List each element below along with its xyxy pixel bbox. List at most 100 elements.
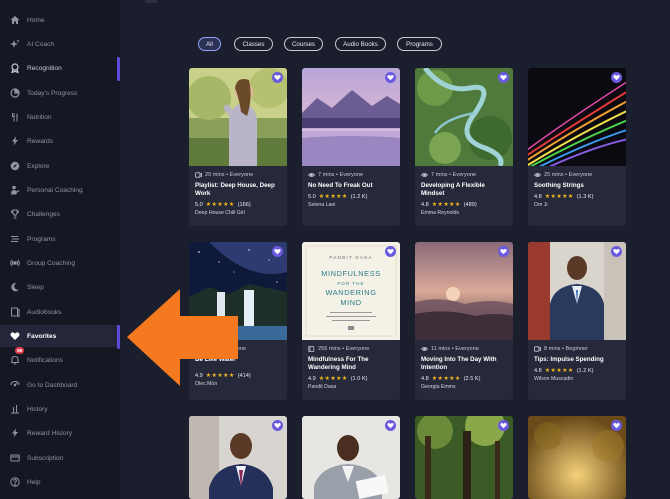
sidebar-item-label: Reward History	[27, 429, 73, 437]
sidebar-item-label: Challenges	[27, 210, 60, 218]
sidebar-item-label: Sleep	[27, 283, 44, 291]
sidebar-item-recognition[interactable]: Recognition	[0, 57, 120, 79]
annotation-arrow-icon	[127, 289, 238, 386]
sidebar-item-label: Explore	[27, 162, 50, 170]
star-rating-icon: ★★★★★	[544, 368, 574, 374]
content-card[interactable]: 8 mins • Beginner Tips: Impulse Spending…	[528, 242, 626, 400]
card-thumbnail	[528, 416, 626, 499]
sidebar-item-subscription[interactable]: Subscription	[0, 447, 120, 469]
sidebar-item-label: Favorites	[27, 332, 57, 340]
star-rating-icon: ★★★★★	[318, 194, 348, 200]
book-cover-title-line4: MIND	[340, 298, 361, 307]
content-card[interactable]: PANDIT DASA MINDFULNESS FOR THE WANDERIN…	[302, 242, 400, 400]
sparkle-icon	[9, 39, 20, 50]
book-cover-title-line2: FOR THE	[337, 281, 364, 286]
content-card[interactable]	[302, 416, 400, 499]
card-rating: 4.9 ★★★★★ (1.0 K)	[308, 375, 368, 383]
content-card[interactable]	[528, 416, 626, 499]
content-card[interactable]: 7 mins • Everyone No Need To Freak Out 5…	[302, 68, 400, 226]
card-author: Pandit Dasa	[308, 384, 337, 390]
card-rating: 5.0 ★★★★★ (1.2 K)	[308, 193, 368, 201]
filter-courses[interactable]: Courses	[284, 37, 323, 51]
heart-icon	[9, 331, 20, 342]
home-icon	[9, 15, 20, 26]
star-rating-icon: ★★★★★	[431, 376, 461, 382]
card-thumbnail	[302, 416, 400, 499]
favorite-heart-icon[interactable]	[611, 420, 622, 431]
sidebar-item-label: Personal Coaching	[27, 186, 83, 194]
sidebar-item-go-to-dashboard[interactable]: Go to Dashboard	[0, 374, 120, 396]
card-rating: 4.8 ★★★★★ (2.5 K)	[421, 375, 481, 383]
content-card[interactable]	[189, 416, 287, 499]
card-icon	[9, 453, 20, 464]
card-meta: 7 mins • Everyone	[421, 172, 476, 178]
favorite-heart-icon[interactable]	[385, 246, 396, 257]
content-card[interactable]: 20 mins • Everyone Playlist: Deep House,…	[189, 68, 287, 226]
dashboard-icon	[9, 380, 20, 391]
card-title: No Need To Freak Out	[308, 182, 373, 189]
sidebar-item-explore[interactable]: Explore	[0, 155, 120, 177]
sidebar-item-home[interactable]: Home	[0, 9, 120, 31]
favorite-heart-icon[interactable]	[611, 246, 622, 257]
sidebar-item-label: Recognition	[27, 64, 62, 72]
card-thumbnail	[415, 242, 513, 340]
card-author: Wilson Muscadin	[534, 376, 574, 382]
eye-icon	[534, 172, 541, 178]
card-author: Georgia Emms	[421, 384, 456, 390]
favorite-heart-icon[interactable]	[385, 72, 396, 83]
sidebar-item-label: AI Coach	[27, 40, 55, 48]
sidebar-item-notifications[interactable]: 98 Notifications	[0, 347, 120, 371]
sidebar-item-programs[interactable]: Programs	[0, 228, 120, 250]
sidebar-item-ai-coach[interactable]: AI Coach	[0, 33, 120, 55]
star-rating-icon: ★★★★★	[205, 202, 235, 208]
help-icon	[9, 477, 20, 488]
trophy-icon	[9, 209, 20, 220]
sidebar-item-reward-history[interactable]: Reward History	[0, 422, 120, 444]
favorite-heart-icon[interactable]	[272, 420, 283, 431]
eye-icon	[421, 346, 428, 352]
bell-icon	[9, 355, 20, 366]
favorite-heart-icon[interactable]	[272, 246, 283, 257]
favorite-heart-icon[interactable]	[611, 72, 622, 83]
filter-all[interactable]: All	[198, 37, 221, 51]
sidebar-item-label: Today's Progress	[27, 89, 78, 97]
content-card[interactable]: 7 mins • Everyone Developing A Flexible …	[415, 68, 513, 226]
sidebar-item-label: History	[27, 405, 48, 413]
sidebar-item-challenges[interactable]: Challenges	[0, 203, 120, 225]
eye-icon	[421, 172, 428, 178]
favorite-heart-icon[interactable]	[498, 420, 509, 431]
card-rating: 5.0 ★★★★★ (166)	[195, 201, 251, 209]
card-author: Om Ji	[534, 202, 548, 208]
book-icon	[308, 346, 315, 352]
top-bar-edge	[145, 0, 157, 3]
filter-classes[interactable]: Classes	[234, 37, 273, 51]
filter-audio-books[interactable]: Audio Books	[335, 37, 386, 51]
sidebar-item-personal-coaching[interactable]: Personal Coaching	[0, 179, 120, 201]
favorite-heart-icon[interactable]	[385, 420, 396, 431]
sidebar-item-history[interactable]: History	[0, 398, 120, 420]
sidebar-item-group-coaching[interactable]: Group Coaching	[0, 252, 120, 274]
content-card[interactable]: 11 mins • Everyone Moving Into The Day W…	[415, 242, 513, 400]
sidebar-item-favorites[interactable]: Favorites	[0, 325, 120, 347]
book-cover-title-line1: MINDFULNESS	[321, 269, 381, 278]
favorite-heart-icon[interactable]	[272, 72, 283, 83]
sidebar-item-audiobooks[interactable]: Audiobooks	[0, 301, 120, 323]
sidebar-item-nutrition[interactable]: Nutrition	[0, 106, 120, 128]
sidebar-item-help[interactable]: Help	[0, 471, 120, 493]
book-cover-title-line3: WANDERING	[325, 288, 376, 297]
card-rating: 4.8 ★★★★★ (1.2 K)	[534, 367, 594, 375]
filter-programs[interactable]: Programs	[397, 37, 442, 51]
favorite-heart-icon[interactable]	[498, 246, 509, 257]
eye-icon	[308, 172, 315, 178]
card-title: Playlist: Deep House, Deep Work	[195, 182, 275, 197]
sidebar-item-label: Subscription	[27, 454, 64, 462]
favorite-heart-icon[interactable]	[498, 72, 509, 83]
sidebar-item-sleep[interactable]: Sleep	[0, 276, 120, 298]
sidebar-item-todays-progress[interactable]: Today's Progress	[0, 82, 120, 104]
content-card[interactable]: 25 mins • Everyone Soothing Strings 4.8 …	[528, 68, 626, 226]
content-card[interactable]	[415, 416, 513, 499]
card-thumbnail	[415, 416, 513, 499]
card-thumbnail	[189, 416, 287, 499]
sidebar-item-rewards[interactable]: Rewards	[0, 130, 120, 152]
broadcast-icon	[9, 258, 20, 269]
